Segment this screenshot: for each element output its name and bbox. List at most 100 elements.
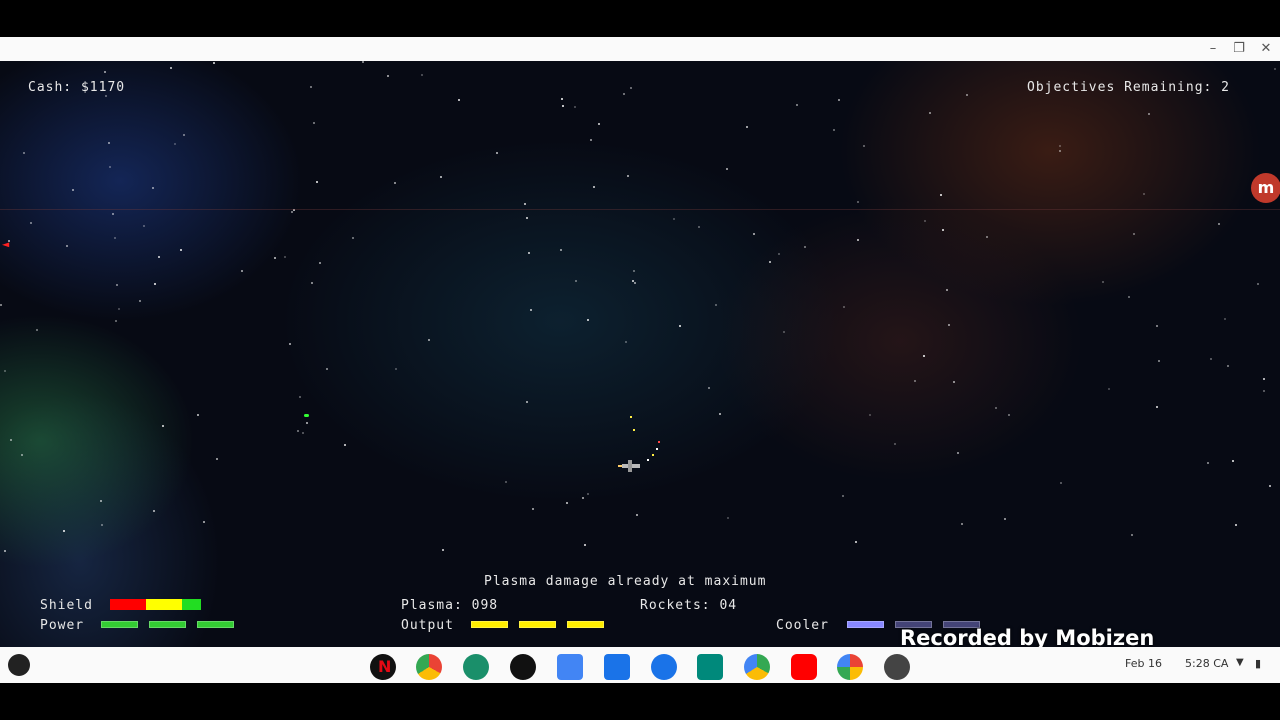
star bbox=[633, 270, 635, 272]
star bbox=[526, 217, 528, 219]
star bbox=[957, 452, 959, 454]
star bbox=[297, 430, 299, 432]
star bbox=[625, 341, 627, 343]
files-icon[interactable] bbox=[604, 654, 630, 680]
game-icon[interactable] bbox=[884, 654, 910, 680]
star bbox=[715, 304, 717, 306]
star bbox=[241, 270, 243, 272]
star bbox=[1269, 485, 1271, 487]
star bbox=[395, 368, 397, 370]
star bbox=[869, 414, 871, 416]
star bbox=[152, 187, 154, 189]
wifi-icon[interactable]: ▼ bbox=[1236, 657, 1244, 668]
star bbox=[115, 320, 117, 322]
star bbox=[804, 246, 806, 248]
star bbox=[118, 308, 120, 310]
star bbox=[843, 306, 845, 308]
star bbox=[623, 93, 625, 95]
star bbox=[362, 61, 364, 63]
cash-readout: Cash: $1170 bbox=[28, 80, 126, 95]
play-store-icon[interactable] bbox=[744, 654, 770, 680]
star bbox=[708, 387, 710, 389]
youtube-icon[interactable] bbox=[791, 654, 817, 680]
app-grid-icon[interactable] bbox=[463, 654, 489, 680]
star bbox=[1263, 390, 1265, 392]
star bbox=[319, 262, 321, 264]
star bbox=[914, 380, 916, 382]
meet-icon[interactable] bbox=[697, 654, 723, 680]
star bbox=[1218, 223, 1220, 225]
star bbox=[948, 324, 950, 326]
calendar-icon[interactable] bbox=[557, 654, 583, 680]
power-segment bbox=[101, 621, 138, 628]
rockets-readout: Rockets: 04 bbox=[640, 598, 738, 613]
star bbox=[428, 339, 430, 341]
star bbox=[299, 396, 301, 398]
star bbox=[114, 237, 116, 239]
minimize-icon[interactable]: – bbox=[1203, 39, 1223, 59]
time-readout[interactable]: 5:28 CA bbox=[1185, 657, 1228, 670]
star bbox=[593, 186, 595, 188]
messages-icon[interactable] bbox=[651, 654, 677, 680]
star bbox=[584, 544, 586, 546]
star bbox=[311, 282, 313, 284]
star bbox=[458, 99, 460, 101]
objectives-readout: Objectives Remaining: 2 bbox=[1027, 80, 1231, 95]
output-label: Output bbox=[401, 618, 454, 633]
star bbox=[995, 407, 997, 409]
star bbox=[679, 325, 681, 327]
star bbox=[153, 510, 155, 512]
star bbox=[1274, 68, 1276, 70]
restore-icon[interactable]: ❐ bbox=[1229, 39, 1249, 59]
star bbox=[105, 95, 107, 97]
power-segment bbox=[197, 621, 234, 628]
star bbox=[1131, 534, 1133, 536]
star bbox=[66, 245, 68, 247]
chrome-icon[interactable] bbox=[416, 654, 442, 680]
mobizen-record-button[interactable]: m bbox=[1251, 173, 1280, 203]
star bbox=[1059, 145, 1061, 147]
star bbox=[857, 201, 859, 203]
star bbox=[746, 126, 748, 128]
output-segment bbox=[519, 621, 556, 628]
star bbox=[63, 530, 65, 532]
star bbox=[4, 550, 6, 552]
star bbox=[158, 256, 160, 258]
game-viewport[interactable]: Cash: $1170 Objectives Remaining: 2 ◄ m … bbox=[0, 61, 1280, 647]
offscreen-enemy-arrow-icon: ◄ bbox=[2, 237, 10, 251]
star bbox=[753, 233, 755, 235]
star bbox=[440, 176, 442, 178]
star bbox=[216, 458, 218, 460]
star bbox=[1004, 518, 1006, 520]
star bbox=[769, 261, 771, 263]
star bbox=[1133, 233, 1135, 235]
star bbox=[143, 225, 145, 227]
star bbox=[274, 257, 276, 259]
star bbox=[1158, 360, 1160, 362]
star bbox=[36, 329, 38, 331]
launcher-icon[interactable] bbox=[8, 654, 30, 676]
netflix-icon[interactable]: N bbox=[370, 654, 396, 680]
star bbox=[587, 493, 589, 495]
star bbox=[116, 284, 118, 286]
date-readout[interactable]: Feb 16 bbox=[1125, 657, 1162, 670]
cooler-label: Cooler bbox=[776, 618, 829, 633]
star bbox=[719, 413, 721, 415]
star bbox=[100, 500, 102, 502]
star bbox=[986, 236, 988, 238]
photos-icon[interactable] bbox=[837, 654, 863, 680]
star bbox=[291, 211, 293, 213]
star bbox=[530, 309, 532, 311]
star bbox=[532, 508, 534, 510]
status-message: Plasma damage already at maximum bbox=[484, 574, 767, 589]
star bbox=[526, 401, 528, 403]
star bbox=[352, 237, 354, 239]
battery-icon[interactable]: ▮ bbox=[1255, 657, 1261, 670]
star bbox=[1227, 365, 1229, 367]
star bbox=[1148, 113, 1150, 115]
star bbox=[627, 175, 629, 177]
close-icon[interactable]: ✕ bbox=[1256, 39, 1276, 59]
star bbox=[726, 168, 728, 170]
gallery-icon[interactable] bbox=[510, 654, 536, 680]
star bbox=[1102, 281, 1104, 283]
